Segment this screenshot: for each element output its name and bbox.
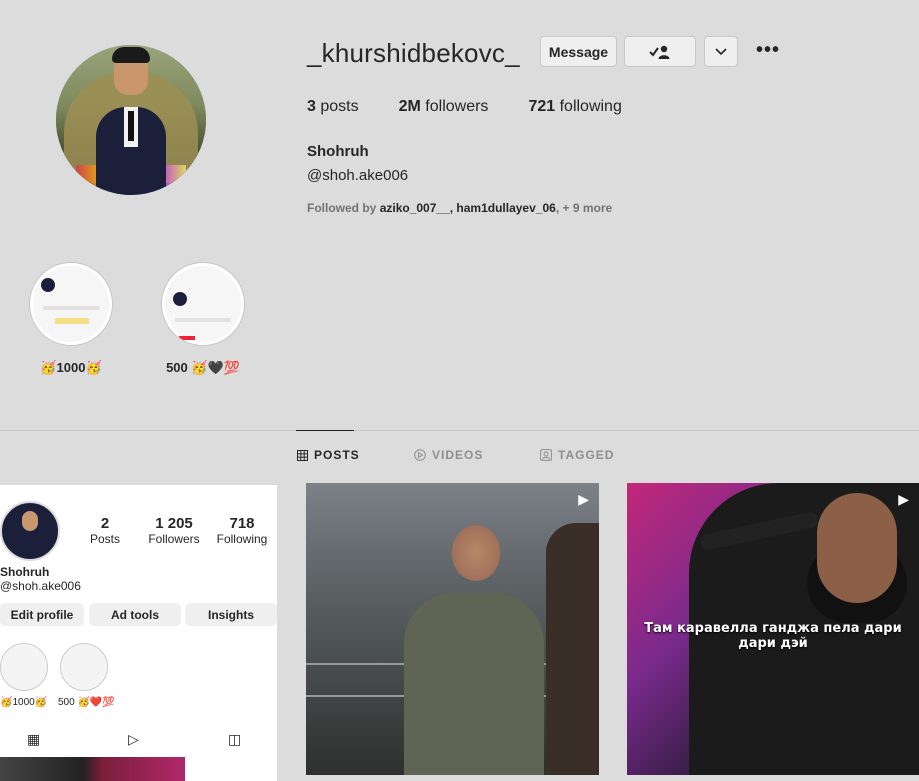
tagged-person-icon <box>540 449 552 461</box>
phone-highlight-2-label: 500 🥳❤️💯 <box>58 697 115 708</box>
phone-followers-stat: 1 205 Followers <box>148 515 200 546</box>
post-thumbnail-2[interactable]: Там каравелла ганджа пела дари дари дэй … <box>627 483 919 775</box>
profile-username: _khurshidbekovc_ <box>307 38 520 68</box>
phone-following-stat: 718 Following <box>216 515 268 546</box>
phone-posts-stat: 2 Posts <box>89 515 120 546</box>
phone-highlight-1 <box>0 643 48 691</box>
chevron-down-icon <box>715 47 727 55</box>
phone-tagged-icon: ◫ <box>228 731 242 747</box>
followers-stat[interactable]: 2M followers <box>399 98 489 116</box>
highlight-2-label: 500 🥳🖤💯 <box>166 360 240 375</box>
profile-full-name: Shohruh <box>307 143 369 160</box>
profile-stats: 3 posts 2M followers 721 following <box>307 98 622 116</box>
highlight-1-label: 🥳1000🥳 <box>40 360 102 375</box>
phone-ad-tools-button: Ad tools <box>89 603 181 626</box>
highlight-1[interactable] <box>29 262 113 346</box>
following-stat[interactable]: 721 following <box>528 98 621 116</box>
reel-play-icon: ▶ <box>578 491 589 507</box>
reel-play-icon: ▶ <box>898 491 909 507</box>
person-check-icon <box>649 45 670 59</box>
message-button[interactable]: Message <box>540 36 617 67</box>
phone-name: Shohruh <box>0 565 50 579</box>
active-tab-indicator <box>296 430 354 431</box>
tabs-divider <box>0 430 919 431</box>
phone-posts-strip <box>0 757 185 781</box>
highlight-2[interactable] <box>161 262 245 346</box>
phone-screenshot: 2 Posts 1 205 Followers 718 Following Shohr… <box>0 485 277 781</box>
phone-reels-icon: ▷ <box>128 731 139 747</box>
post-thumbnail-1[interactable]: ▶ <box>306 483 599 775</box>
phone-highlight-1-label: 🥳1000🥳 <box>0 697 48 708</box>
more-options-icon[interactable]: ••• <box>756 39 780 61</box>
profile-bio-handle[interactable]: @shoh.ake006 <box>307 167 408 184</box>
play-circle-icon <box>414 449 426 461</box>
tab-tagged[interactable]: TAGGED <box>540 448 614 462</box>
suggested-dropdown-button[interactable] <box>704 36 738 67</box>
phone-handle: @shoh.ake006 <box>0 579 81 593</box>
profile-avatar[interactable] <box>56 45 206 195</box>
phone-edit-profile-button: Edit profile <box>0 603 84 626</box>
phone-insights-button: Insights <box>185 603 277 626</box>
tab-videos[interactable]: VIDEOS <box>414 448 483 462</box>
followed-by[interactable]: Followed by aziko_007__, ham1dullayev_06… <box>307 201 612 215</box>
posts-stat[interactable]: 3 posts <box>307 98 359 116</box>
post-2-caption: Там каравелла ганджа пела дари дари дэй <box>644 621 902 651</box>
tab-posts[interactable]: POSTS <box>297 448 360 462</box>
phone-avatar <box>0 501 60 561</box>
following-button[interactable] <box>624 36 696 67</box>
grid-icon <box>297 449 308 461</box>
phone-highlight-2 <box>60 643 108 691</box>
phone-grid-icon: ▦ <box>27 731 41 747</box>
